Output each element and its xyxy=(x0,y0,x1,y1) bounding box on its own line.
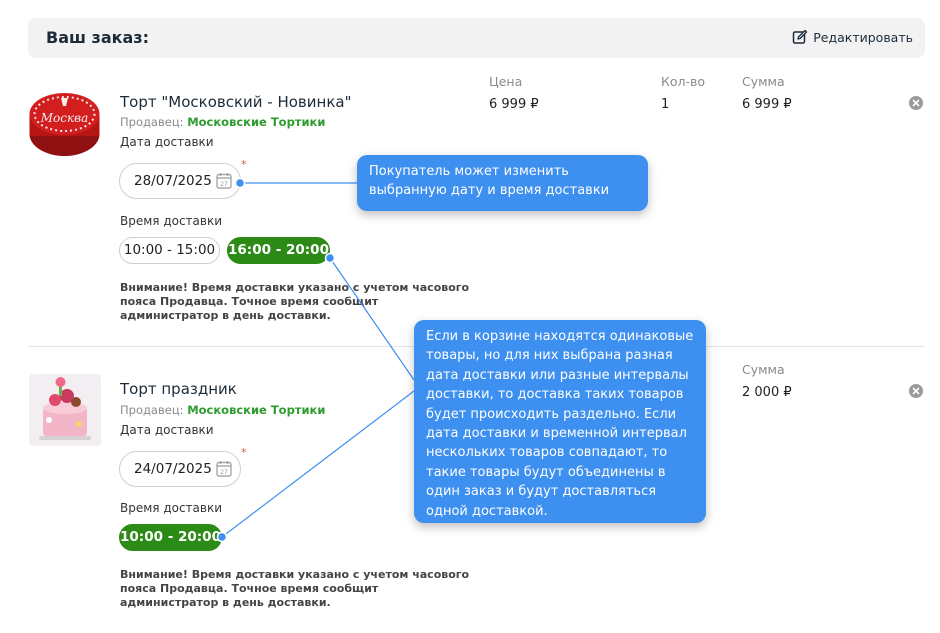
delivery-date-label: Дата доставки xyxy=(120,135,214,149)
delivery-date-input[interactable]: 24/07/2025 27 xyxy=(119,451,241,487)
required-marker: * xyxy=(241,446,247,459)
column-sum: Сумма xyxy=(742,74,785,89)
delivery-time-label: Время доставки xyxy=(120,214,223,228)
item-qty: 1 xyxy=(661,97,670,112)
seller-name-link[interactable]: Московские Тортики xyxy=(187,115,325,129)
delivery-time-label: Время доставки xyxy=(120,501,223,515)
delivery-date-input[interactable]: 28/07/2025 27 xyxy=(119,163,241,199)
seller-prefix: Продавец: xyxy=(120,115,184,129)
timezone-warning: Внимание! Время доставки указано с учето… xyxy=(120,568,470,609)
product-name[interactable]: Торт праздник xyxy=(120,380,237,398)
edit-order-label: Редактировать xyxy=(813,29,913,45)
column-qty: Кол-во xyxy=(661,74,706,89)
timezone-warning: Внимание! Время доставки указано с учето… xyxy=(120,281,470,322)
item-price: 6 999 ₽ xyxy=(489,97,539,112)
item-sum: 2 000 ₽ xyxy=(742,385,792,400)
delivery-date-value: 28/07/2025 xyxy=(134,173,212,189)
time-slot-option[interactable]: 10:00 - 15:00 xyxy=(119,237,220,264)
remove-item-icon[interactable] xyxy=(909,96,923,110)
seller-name-link[interactable]: Московские Тортики xyxy=(187,403,325,417)
seller-prefix: Продавец: xyxy=(120,403,184,417)
separate-delivery-tooltip: Если в корзине находятся одинаковые това… xyxy=(414,320,706,523)
seller-line: Продавец: Московские Тортики xyxy=(120,115,325,129)
calendar-day: 27 xyxy=(220,469,228,476)
seller-line: Продавец: Московские Тортики xyxy=(120,403,325,417)
delivery-date-label: Дата доставки xyxy=(120,423,214,437)
order-title: Ваш заказ: xyxy=(46,28,149,47)
product-image-holiday-cake[interactable] xyxy=(29,374,101,446)
edit-order-link[interactable]: Редактировать xyxy=(792,29,913,45)
column-price: Цена xyxy=(489,74,523,89)
order-header: Ваш заказ: Редактировать xyxy=(28,18,925,58)
calendar-day: 27 xyxy=(220,181,228,188)
product-name[interactable]: Торт "Московский - Новинка" xyxy=(120,93,351,111)
time-slot-selected[interactable]: 10:00 - 20:00 xyxy=(119,524,222,551)
required-marker: * xyxy=(241,158,247,171)
delivery-date-value: 24/07/2025 xyxy=(134,461,212,477)
cake-lettering: Москва xyxy=(40,111,89,125)
change-date-tooltip: Покупатель может изменить выбранную дату… xyxy=(357,155,648,211)
remove-item-icon[interactable] xyxy=(909,384,923,398)
calendar-icon[interactable]: 27 xyxy=(216,460,232,477)
column-sum: Сумма xyxy=(742,362,785,377)
item-sum: 6 999 ₽ xyxy=(742,97,792,112)
edit-icon xyxy=(793,29,808,44)
time-slot-selected[interactable]: 16:00 - 20:00 xyxy=(227,237,330,264)
product-image-moskovsky-cake[interactable]: Москва xyxy=(28,84,101,160)
calendar-icon[interactable]: 27 xyxy=(216,172,232,189)
